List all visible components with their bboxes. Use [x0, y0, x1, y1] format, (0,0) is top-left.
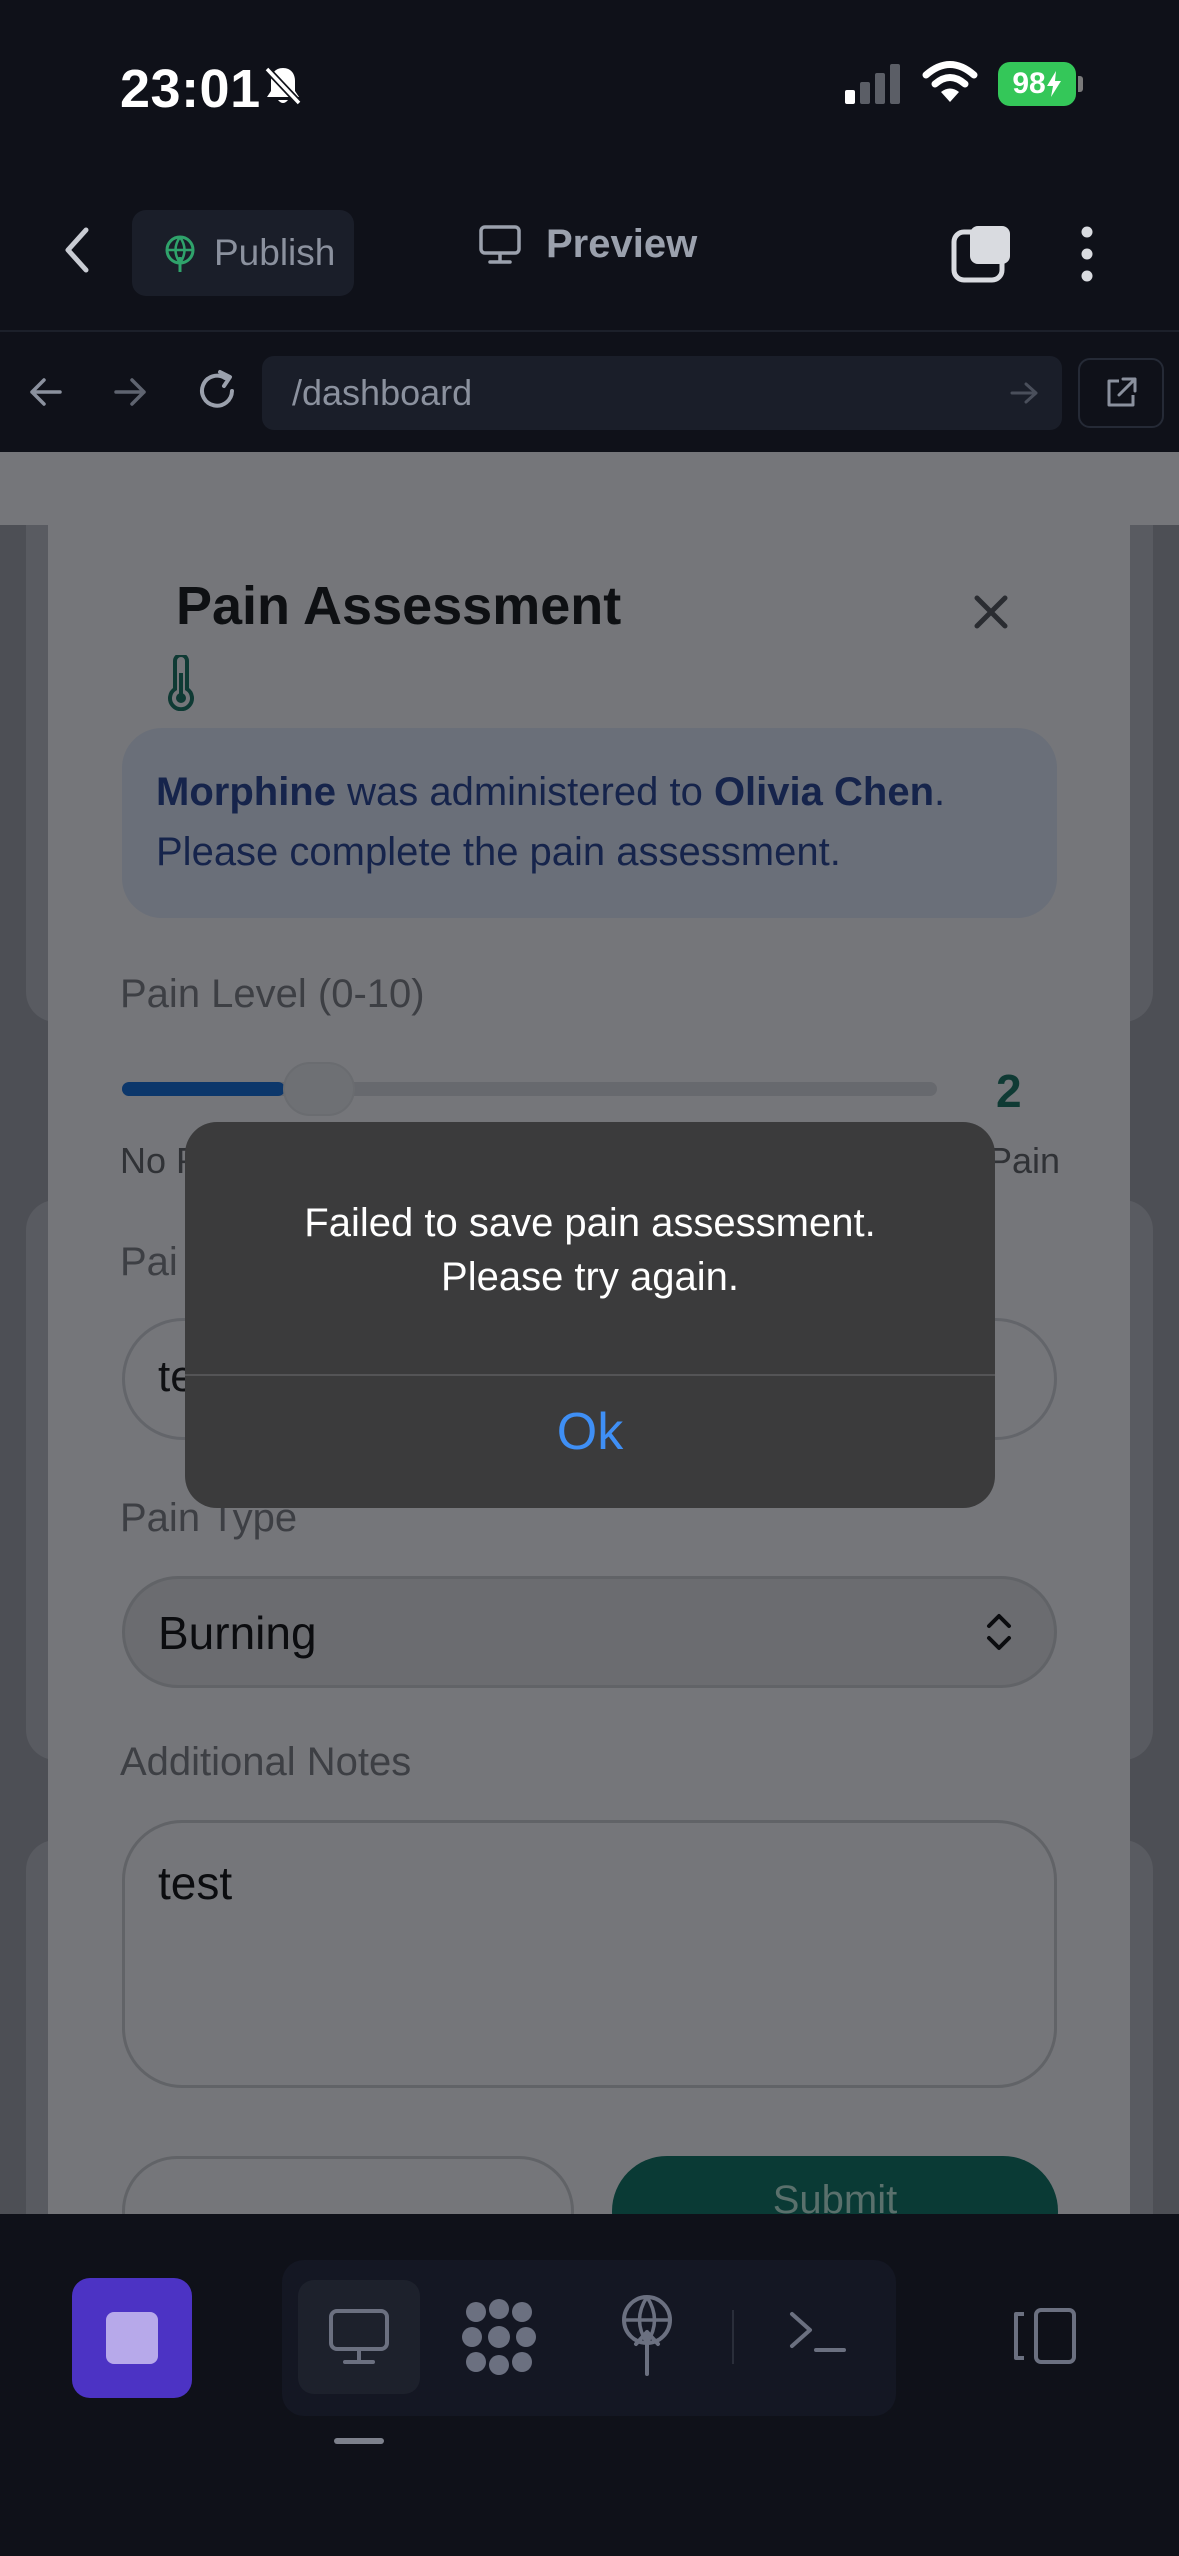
additional-notes-textarea[interactable]: [122, 1820, 1057, 2088]
info-line2: Please complete the pain assessment.: [156, 830, 841, 874]
toolbar-divider: [0, 330, 1179, 332]
publish-label: Publish: [214, 232, 336, 273]
alert-message-line1: Failed to save pain assessment.: [304, 1201, 876, 1245]
battery-level: 98: [1012, 67, 1046, 100]
info-mid: was administered to: [335, 770, 714, 814]
pain-level-slider-thumb[interactable]: [283, 1062, 355, 1116]
deploy-globe-icon[interactable]: [614, 2292, 680, 2381]
wifi-icon: [922, 60, 978, 109]
url-text: /dashboard: [292, 372, 473, 413]
monitor-icon: [479, 224, 521, 264]
alert-message: Failed to save pain assessment. Please t…: [185, 1196, 995, 1304]
alert-message-line2: Please try again.: [441, 1255, 739, 1299]
reload-icon[interactable]: [192, 366, 242, 421]
battery-tip: [1078, 76, 1083, 92]
submit-label: Submit: [772, 2178, 898, 2214]
monitor-icon: [329, 2309, 389, 2364]
cluster-icon[interactable]: [460, 2298, 538, 2381]
close-icon[interactable]: [972, 593, 1010, 636]
status-time: 23:01: [120, 59, 261, 119]
error-alert-dialog: Failed to save pain assessment. Please t…: [185, 1122, 995, 1508]
alert-ok-button[interactable]: Ok: [185, 1402, 995, 1462]
nav-back-arrow-icon[interactable]: [26, 372, 66, 417]
preview-button[interactable]: Preview: [478, 222, 697, 267]
terminal-icon[interactable]: [786, 2304, 850, 2369]
charging-bolt-icon: [1046, 71, 1061, 97]
info-end: .: [934, 770, 946, 814]
preview-label: Preview: [546, 222, 698, 266]
info-banner-text: Morphine was administered to Olivia Chen…: [156, 762, 1036, 882]
pain-location-label: Pai: [120, 1240, 178, 1284]
publish-button[interactable]: Publish: [132, 210, 354, 296]
external-link-icon: [1107, 377, 1137, 407]
pain-level-slider-fill: [122, 1082, 285, 1096]
back-chevron-icon[interactable]: [62, 226, 92, 279]
side-panel-icon[interactable]: [1010, 2306, 1080, 2371]
battery-indicator: 98: [998, 62, 1076, 106]
publish-globe-icon: [165, 235, 195, 272]
more-vertical-icon[interactable]: [1076, 224, 1098, 289]
scale-max-label: Pain: [988, 1140, 1061, 1181]
tool-separator: [732, 2310, 734, 2364]
overlay-strip: [0, 452, 1179, 525]
cancel-button[interactable]: [122, 2156, 574, 2214]
chevron-up-down-icon: [984, 1610, 1014, 1659]
additional-notes-value: test: [158, 1857, 233, 1909]
patient-name: Olivia Chen: [713, 770, 934, 814]
thermometer-icon: [166, 653, 196, 716]
cellular-signal-icon: [845, 62, 905, 111]
pain-level-value: 2: [996, 1065, 1022, 1117]
stop-icon: [106, 2312, 158, 2364]
pain-level-label: Pain Level (0-10): [120, 972, 425, 1016]
tabs-icon[interactable]: [950, 224, 1014, 289]
drug-name: Morphine: [156, 770, 336, 814]
alert-separator: [185, 1374, 995, 1376]
additional-notes-label: Additional Notes: [120, 1740, 412, 1784]
pain-type-value: Burning: [158, 1607, 317, 1659]
stop-button[interactable]: [72, 2278, 192, 2398]
open-external-button[interactable]: [1078, 358, 1164, 428]
desktop-view-button[interactable]: [298, 2280, 420, 2394]
url-go-arrow-icon[interactable]: [1008, 376, 1042, 415]
home-indicator: [334, 2438, 384, 2444]
nav-forward-arrow-icon[interactable]: [110, 372, 150, 417]
modal-title: Pain Assessment: [176, 576, 622, 636]
bell-slash-icon: [262, 64, 304, 113]
